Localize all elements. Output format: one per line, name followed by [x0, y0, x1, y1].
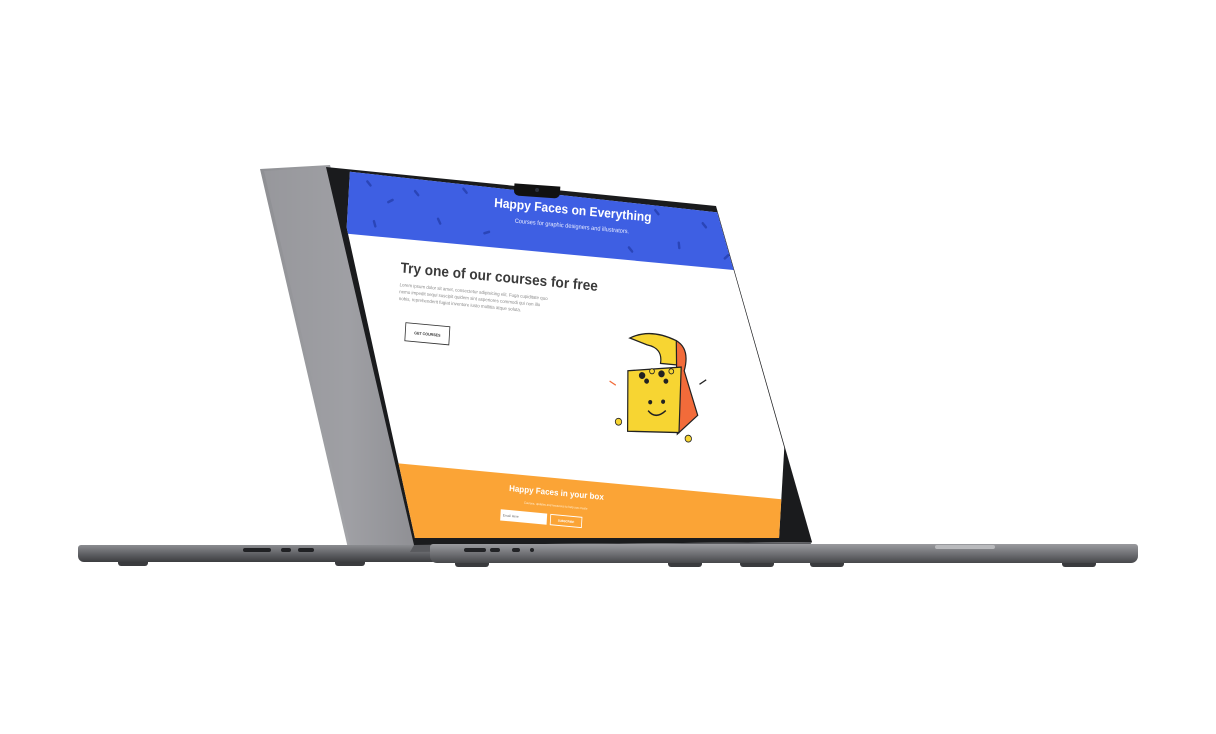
doodle-icon: [436, 217, 442, 226]
laptop-foot: [455, 563, 489, 567]
doodle-icon: [771, 246, 780, 253]
website-page: Happy Faces on Everything Courses for gr…: [334, 170, 798, 538]
laptop-screen: Happy Faces on Everything Courses for gr…: [334, 170, 810, 538]
port-icon: [243, 548, 271, 552]
laptop-foot: [118, 562, 148, 566]
back-laptop-base: [78, 545, 438, 562]
laptop-foot: [335, 562, 365, 566]
hinge-lip: [935, 545, 995, 549]
port-icon: [281, 548, 291, 552]
device-mockup-scene: Happy Faces on Everything Courses for gr…: [0, 0, 1216, 734]
email-field[interactable]: [500, 509, 548, 525]
laptop-foot: [740, 563, 774, 567]
laptop-foot: [668, 563, 702, 567]
doodle-icon: [627, 245, 634, 254]
laptop-foot: [1062, 563, 1096, 567]
headphone-jack-icon: [530, 548, 534, 552]
port-icon: [490, 548, 500, 552]
get-courses-button[interactable]: GET COURSES: [404, 322, 451, 346]
port-icon: [298, 548, 314, 552]
doodle-icon: [723, 253, 731, 261]
doodle-icon: [482, 230, 491, 235]
treasure-chest-illustration: [609, 332, 707, 443]
port-icon: [464, 548, 486, 552]
laptop-foot: [810, 563, 844, 567]
doodle-icon: [372, 219, 377, 228]
port-icon: [512, 548, 520, 552]
doodle-icon: [749, 219, 757, 227]
front-laptop-base: [430, 544, 1138, 563]
doodle-icon: [677, 241, 681, 250]
subscribe-button[interactable]: SUBSCRIBE: [549, 513, 583, 529]
